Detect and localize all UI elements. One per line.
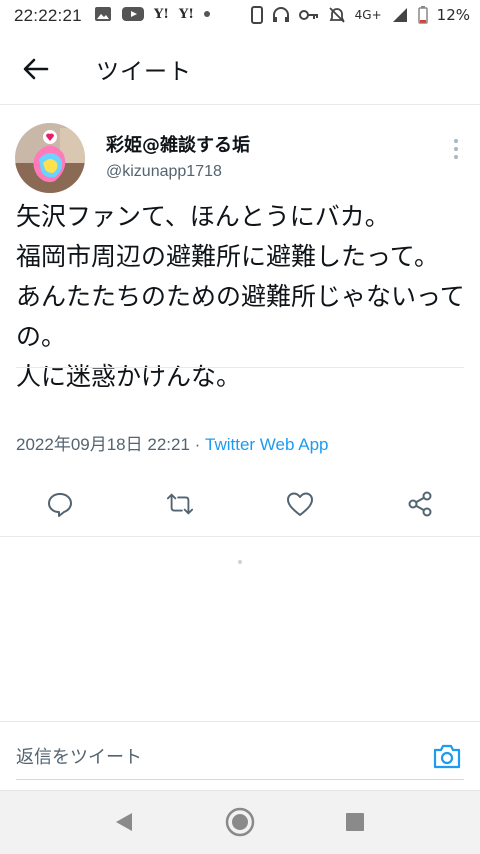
key-icon [298, 9, 319, 21]
loading-indicator [238, 560, 242, 564]
meta-separator: · [189, 435, 206, 454]
yahoo-icon: Y! [154, 6, 169, 22]
signal-icon [391, 7, 409, 23]
tweet-timestamp[interactable]: 2022年09月18日 22:21 [16, 435, 190, 454]
yahoo-icon: Y! [179, 6, 194, 22]
reply-input[interactable]: 返信をツイート [16, 743, 142, 769]
divider [0, 536, 480, 537]
nav-back-icon[interactable] [114, 811, 134, 837]
headphones-icon [272, 7, 290, 23]
tweet-meta: 2022年09月18日 22:21 · Twitter Web App [16, 430, 328, 455]
battery-percent: 12% [436, 6, 470, 24]
phone-icon [250, 6, 263, 24]
page-title: ツイート [96, 59, 192, 85]
more-options-icon[interactable] [446, 137, 466, 161]
image-icon [94, 6, 112, 22]
top-bar: ツイート [0, 34, 480, 105]
tweet-source[interactable]: Twitter Web App [205, 435, 328, 454]
share-icon[interactable] [406, 490, 434, 518]
reply-bar: 返信をツイート [0, 721, 480, 790]
divider [16, 367, 464, 368]
user-handle[interactable]: @kizunapp1718 [106, 163, 222, 181]
battery-icon [417, 6, 428, 24]
network-label: 4G+ [354, 8, 382, 22]
camera-icon[interactable] [432, 742, 462, 770]
back-button[interactable] [18, 54, 54, 84]
reply-underline [16, 779, 464, 780]
reply-icon[interactable] [46, 490, 74, 518]
avatar[interactable] [15, 123, 85, 193]
retweet-icon[interactable] [166, 490, 194, 518]
status-bar: 22:22:21 Y! Y! 4G+ 12% [0, 0, 480, 34]
dot-icon [204, 11, 210, 17]
youtube-icon [122, 6, 144, 22]
mute-icon [328, 6, 346, 24]
arrow-left-icon [23, 58, 49, 80]
status-right-icons: 4G+ 12% [250, 6, 470, 24]
like-icon[interactable] [286, 490, 314, 518]
nav-home-icon[interactable] [225, 807, 255, 841]
nav-recent-icon[interactable] [345, 812, 365, 836]
status-time: 22:22:21 [14, 6, 82, 25]
display-name[interactable]: 彩姫@雑談する垢 [106, 131, 250, 157]
status-left-icons: Y! Y! [94, 6, 210, 22]
system-nav-bar [0, 790, 480, 854]
